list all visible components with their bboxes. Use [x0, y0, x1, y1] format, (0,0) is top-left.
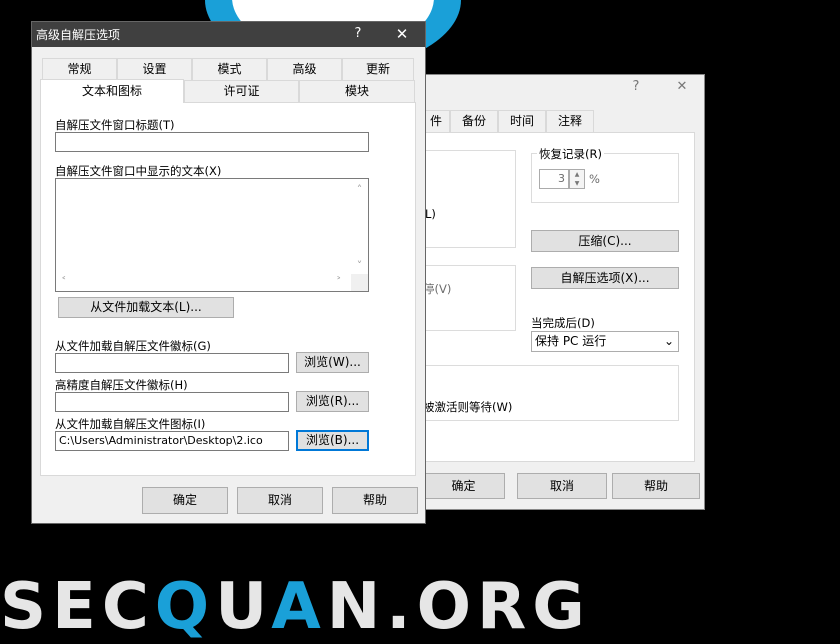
recovery-spinner[interactable]: ▲ ▼ [569, 169, 585, 189]
watermark-part: SEC [0, 570, 155, 644]
tab-backup[interactable]: 备份 [450, 110, 498, 132]
dialog-title: 高级自解压选项 [36, 28, 121, 42]
recovery-unit: % [589, 172, 600, 186]
back-help-button[interactable]: 帮助 [612, 473, 700, 499]
back-ok-button[interactable]: 确定 [423, 473, 505, 499]
recovery-label: 恢复记录(R) [537, 146, 604, 162]
tab-license[interactable]: 许可证 [184, 80, 299, 102]
hidpi-logo-label: 高精度自解压文件徽标(H) [55, 378, 188, 392]
text-and-icon-panel: 自解压文件窗口标题(T) 自解压文件窗口中显示的文本(X) ˄ ˅ ˂ ˃ 从文… [40, 102, 416, 476]
compress-button[interactable]: 压缩(C)... [531, 230, 679, 252]
on-complete-select[interactable]: 保持 PC 运行 ⌄ [531, 331, 679, 352]
background-watermark: SECQUAN.ORG [0, 572, 840, 642]
cancel-button[interactable]: 取消 [237, 487, 323, 514]
recovery-input[interactable]: 3 [539, 169, 569, 189]
watermark-part: U [215, 570, 272, 644]
display-text-area[interactable]: ˄ ˅ ˂ ˃ [55, 178, 369, 292]
vertical-scrollbar[interactable]: ˄ ˅ [351, 179, 368, 276]
browse-logo-button[interactable]: 浏览(W)... [296, 352, 369, 373]
on-complete-label: 当完成后(D) [531, 316, 595, 330]
help-icon[interactable]: ? [341, 22, 375, 46]
archive-options-dialog: ? ✕ 件 备份 时间 注释 L) 恢复记录(R) 3 ▲ ▼ % 压缩(C).… [422, 74, 705, 510]
hidpi-logo-input[interactable] [55, 392, 289, 412]
spin-down-icon[interactable]: ▼ [570, 179, 584, 188]
partial-groupbox [423, 150, 516, 248]
scroll-up-icon[interactable]: ˄ [351, 181, 368, 199]
window-title-label: 自解压文件窗口标题(T) [55, 118, 175, 132]
partial-groupbox-2 [423, 265, 516, 331]
sfx-options-button[interactable]: 自解压选项(X)... [531, 267, 679, 289]
browse-hidpi-logo-button[interactable]: 浏览(R)... [296, 391, 369, 412]
browse-icon-button[interactable]: 浏览(B)... [296, 430, 369, 451]
tab-module[interactable]: 模块 [299, 80, 415, 102]
load-text-button[interactable]: 从文件加载文本(L)... [58, 297, 234, 318]
scroll-down-icon[interactable]: ˅ [351, 257, 368, 275]
tab-text-and-icon[interactable]: 文本和图标 [40, 79, 184, 103]
tab-advanced[interactable]: 高级 [267, 58, 342, 80]
help-button[interactable]: 帮助 [332, 487, 418, 514]
tab-comment[interactable]: 注释 [546, 110, 594, 132]
help-icon[interactable]: ? [619, 75, 653, 99]
icon-path-input[interactable]: C:\Users\Administrator\Desktop\2.ico [55, 431, 289, 451]
scroll-left-icon[interactable]: ˂ [61, 273, 67, 291]
front-dialog-titlebar: 高级自解压选项 ? ✕ [32, 22, 425, 47]
logo-input[interactable] [55, 353, 289, 373]
back-dialog-titlebar: ? ✕ [423, 75, 704, 99]
close-icon[interactable]: ✕ [385, 22, 419, 46]
tab-time[interactable]: 时间 [498, 110, 546, 132]
tab-setup[interactable]: 设置 [117, 58, 192, 80]
watermark-part: A [271, 570, 327, 644]
partial-label-wait: 被激活则等待(W) [423, 400, 513, 414]
window-title-input[interactable] [55, 132, 369, 152]
on-complete-value: 保持 PC 运行 [535, 334, 607, 348]
tab-update[interactable]: 更新 [342, 58, 414, 80]
logo-label: 从文件加载自解压文件徽标(G) [55, 339, 211, 353]
tab-general[interactable]: 常规 [42, 58, 117, 80]
tab-modes[interactable]: 模式 [192, 58, 267, 80]
horizontal-scrollbar[interactable]: ˂ ˃ [56, 274, 351, 291]
scrollbar-corner [351, 274, 368, 291]
icon-label: 从文件加载自解压文件图标(I) [55, 417, 206, 431]
advanced-sfx-options-dialog: 高级自解压选项 ? ✕ 常规 设置 模式 高级 更新 文本和图标 许可证 模块 … [31, 21, 426, 524]
partial-label: L) [425, 207, 436, 221]
watermark-part: N.ORG [326, 570, 591, 644]
watermark-part: Q [154, 570, 216, 644]
back-tab-panel: L) 恢复记录(R) 3 ▲ ▼ % 压缩(C)... 停(V) 自解压选项(X… [423, 132, 695, 462]
back-cancel-button[interactable]: 取消 [517, 473, 607, 499]
close-icon[interactable]: ✕ [665, 75, 699, 99]
scroll-right-icon[interactable]: ˃ [336, 273, 342, 291]
spin-up-icon[interactable]: ▲ [570, 170, 584, 179]
ok-button[interactable]: 确定 [142, 487, 228, 514]
tab-files[interactable]: 件 [423, 110, 450, 132]
chevron-down-icon: ⌄ [663, 334, 674, 348]
partial-label-pause: 停(V) [423, 282, 452, 296]
display-text-label: 自解压文件窗口中显示的文本(X) [55, 164, 222, 178]
